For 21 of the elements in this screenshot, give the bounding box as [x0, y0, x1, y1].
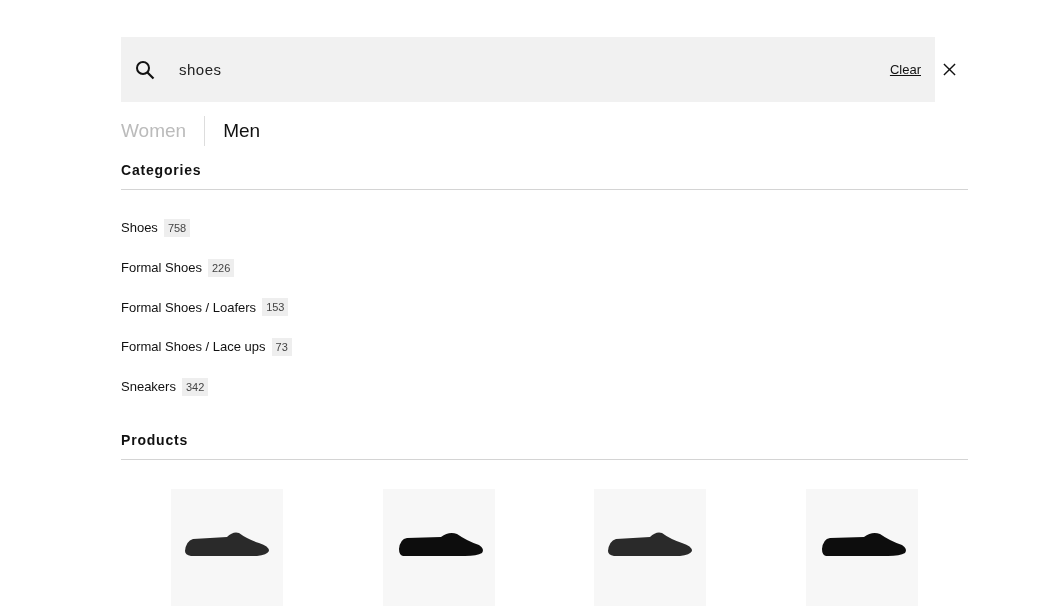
clear-link[interactable]: Clear — [889, 62, 921, 77]
category-link[interactable]: Sneakers — [121, 379, 176, 395]
product-photo[interactable] — [594, 489, 707, 606]
count-badge: 758 — [163, 218, 191, 237]
product-photo[interactable] — [170, 489, 283, 606]
search-icon[interactable] — [135, 59, 155, 80]
count-badge: 153 — [262, 298, 289, 317]
product-photo[interactable] — [382, 489, 495, 606]
section-heading: Products — [121, 432, 190, 449]
product-photo[interactable] — [806, 489, 919, 606]
gender-tab[interactable]: Men — [223, 120, 261, 142]
category-link[interactable]: Formal Shoes — [121, 260, 202, 276]
close-icon[interactable] — [943, 63, 956, 76]
search-field[interactable]: shoes — [179, 61, 890, 78]
category-link[interactable]: Shoes — [121, 220, 158, 236]
category-link[interactable]: Formal Shoes / Lace ups — [121, 339, 266, 355]
category-link[interactable]: Formal Shoes / Loafers — [121, 299, 257, 315]
count-badge: 73 — [271, 337, 292, 356]
section-heading: Categories — [121, 162, 203, 178]
count-badge: 342 — [181, 377, 209, 396]
count-badge: 226 — [207, 258, 235, 277]
